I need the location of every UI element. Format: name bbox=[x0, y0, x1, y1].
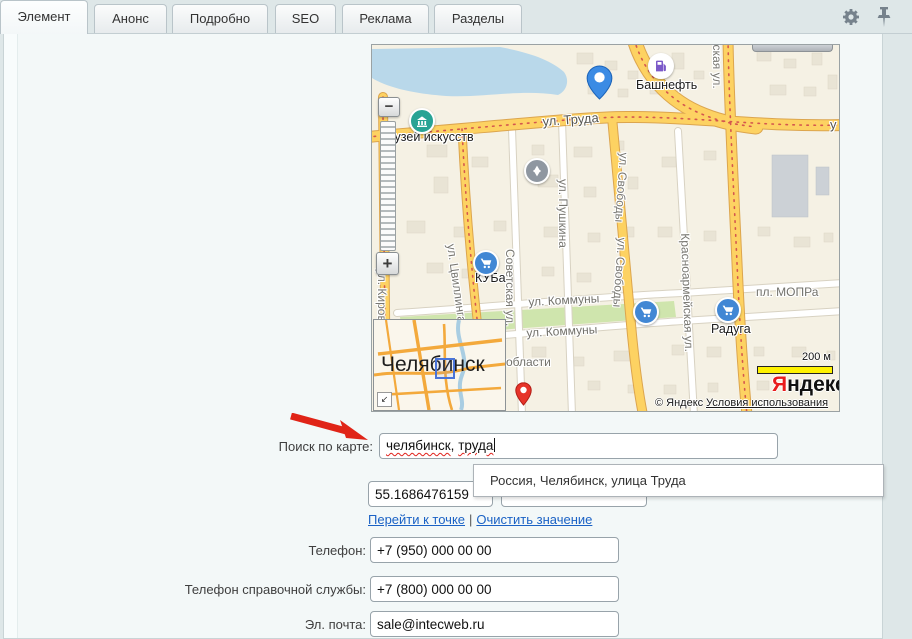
text-caret bbox=[494, 438, 495, 452]
goto-point-link[interactable]: Перейти к точке bbox=[368, 512, 465, 527]
tab-razdely[interactable]: Разделы bbox=[434, 4, 522, 33]
map-street-label: Музей искусств bbox=[384, 130, 474, 144]
fuel-poi-icon bbox=[648, 53, 674, 79]
tab-element[interactable]: Элемент bbox=[0, 0, 88, 34]
links-separator: | bbox=[469, 512, 472, 527]
map-street-label: Башнефть bbox=[636, 78, 697, 92]
map-search-label: Поиск по карте: bbox=[103, 439, 373, 454]
map-search-input[interactable]: челябинск, труда bbox=[379, 433, 778, 459]
map-street-label: Радуга bbox=[711, 322, 751, 336]
bitrix-element-edit-page: Элемент Анонс Подробно SEO Реклама Разде… bbox=[0, 0, 912, 639]
map-zoom-out-button[interactable]: − bbox=[378, 97, 400, 117]
map-street-label: у bbox=[830, 117, 837, 132]
inset-city-label: Челябинск bbox=[381, 353, 485, 377]
settings-gear-icon[interactable] bbox=[842, 8, 860, 31]
map-street-label: Российская ул. bbox=[710, 44, 724, 89]
museum-poi-icon bbox=[409, 108, 435, 134]
cart-poi-icon bbox=[715, 297, 741, 323]
inset-collapse-button[interactable]: ↙ bbox=[377, 392, 392, 407]
map-links-row: Перейти к точке | Очистить значение bbox=[368, 512, 592, 527]
map-placemark-blue[interactable] bbox=[586, 65, 613, 105]
map-street-label: Советская ул. bbox=[503, 249, 517, 326]
synagogue-poi-icon bbox=[524, 158, 550, 184]
phone-input[interactable] bbox=[370, 537, 619, 563]
cart-poi-icon bbox=[473, 250, 499, 276]
panel-left-strip bbox=[4, 34, 18, 638]
map-zoom-in-button[interactable]: + bbox=[376, 252, 399, 275]
email-input[interactable] bbox=[370, 611, 619, 637]
yandex-map[interactable]: ул. ТрудауБашнефтьМузей искусствКУБаРаду… bbox=[371, 44, 840, 412]
pin-icon[interactable] bbox=[876, 6, 892, 33]
inset-viewport-rect[interactable] bbox=[435, 358, 455, 379]
tab-anons[interactable]: Анонс bbox=[94, 4, 167, 33]
map-scale-label: 200 м bbox=[777, 351, 831, 363]
support-phone-input[interactable] bbox=[370, 576, 619, 602]
phone-label: Телефон: bbox=[96, 543, 366, 558]
search-suggest-dropdown: Россия, Челябинск, улица Труда bbox=[473, 464, 884, 497]
support-phone-label: Телефон справочной службы: bbox=[96, 582, 366, 597]
tabbar-divider bbox=[0, 33, 912, 34]
email-label: Эл. почта: bbox=[96, 617, 366, 632]
tab-seo[interactable]: SEO bbox=[275, 4, 336, 33]
cart-poi-icon bbox=[633, 299, 659, 325]
map-panel-drawer-handle[interactable] bbox=[752, 45, 833, 52]
tab-podrobno[interactable]: Подробно bbox=[172, 4, 268, 33]
map-terms-link[interactable]: Условия использования bbox=[706, 397, 828, 409]
map-placemark-red[interactable] bbox=[515, 382, 532, 411]
map-street-label: пл. МОПРа bbox=[756, 285, 818, 299]
map-zoom-slider[interactable] bbox=[380, 121, 396, 251]
map-street-label: ул. Пушкина bbox=[556, 179, 570, 248]
map-street-label: области bbox=[506, 355, 551, 369]
map-overview-inset[interactable]: Челябинск ↙ bbox=[373, 319, 506, 411]
clear-value-link[interactable]: Очистить значение bbox=[476, 512, 592, 527]
map-copyright: © Яндекс bbox=[655, 397, 703, 409]
search-suggestion-item[interactable]: Россия, Челябинск, улица Труда bbox=[474, 465, 883, 496]
tab-reklama[interactable]: Реклама bbox=[342, 4, 429, 33]
yandex-logo[interactable]: Яндекс bbox=[772, 373, 840, 397]
